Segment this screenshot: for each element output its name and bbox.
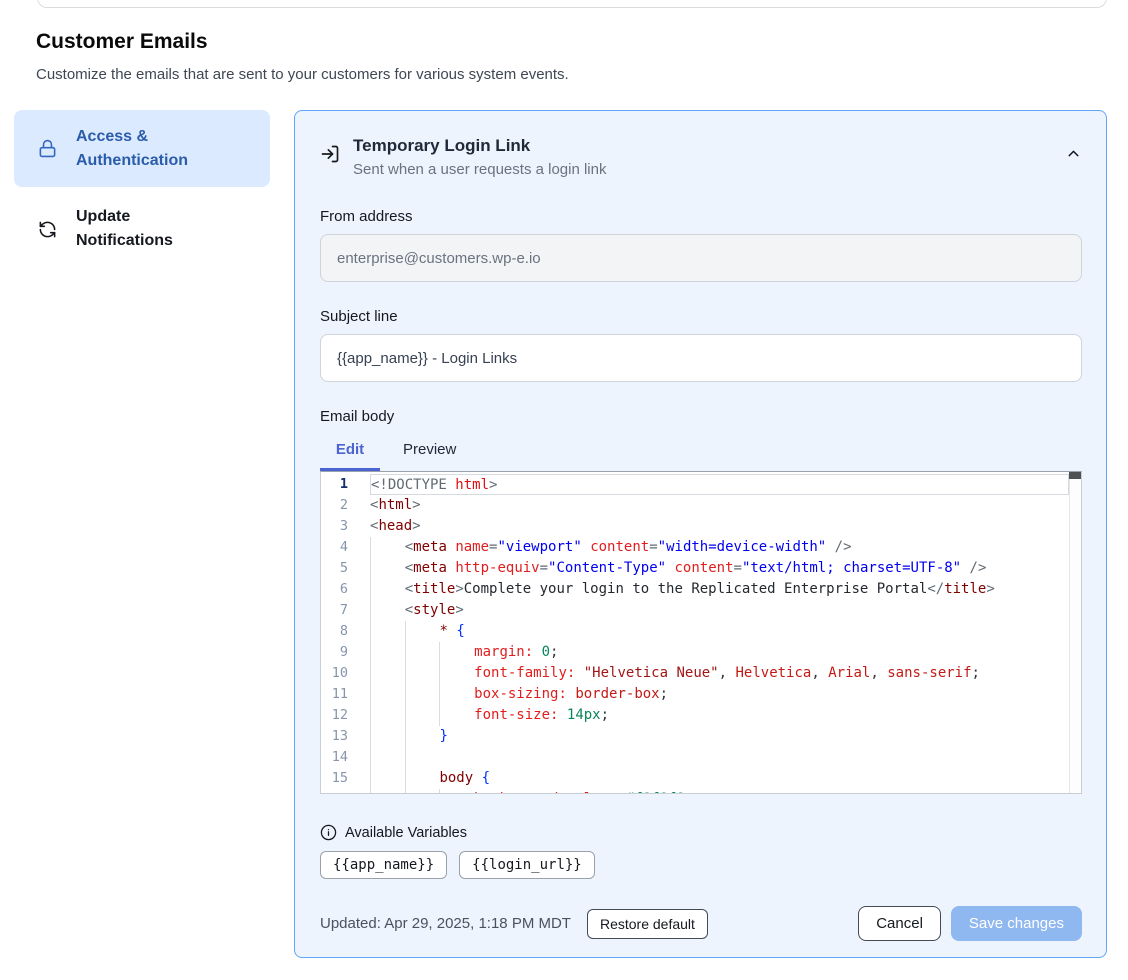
tab-label: Preview xyxy=(403,441,456,458)
variable-chip-login-url[interactable]: {{login_url}} xyxy=(459,851,595,879)
code-line: font-size: 14px; xyxy=(370,705,1069,726)
line-number: 8 xyxy=(321,621,361,642)
line-number: 10 xyxy=(321,663,361,684)
available-variables-row: Available Variables xyxy=(320,824,1082,841)
variable-chip-app-name[interactable]: {{app_name}} xyxy=(320,851,447,879)
code-line: background-color: #f8f8f8; xyxy=(370,789,1069,793)
line-number: 14 xyxy=(321,747,361,768)
line-number: 4 xyxy=(321,537,361,558)
temporary-login-link-card: Temporary Login Link Sent when a user re… xyxy=(294,110,1107,958)
from-address-input[interactable] xyxy=(320,234,1082,282)
code-line: margin: 0; xyxy=(370,642,1069,663)
code-line xyxy=(370,747,1069,768)
variable-chips: {{app_name}} {{login_url}} xyxy=(320,851,1082,879)
tab-preview[interactable]: Preview xyxy=(390,439,469,471)
card-title: Temporary Login Link xyxy=(353,135,606,157)
line-number: 5 xyxy=(321,558,361,579)
info-icon xyxy=(320,824,337,841)
editor-code-area: <!DOCTYPE html><html><head> <meta name="… xyxy=(361,472,1081,793)
subject-line-input[interactable] xyxy=(320,334,1082,382)
line-number: 11 xyxy=(321,684,361,705)
line-number: 9 xyxy=(321,642,361,663)
editor-line-number-gutter: 12345678910111213141516 xyxy=(321,472,361,793)
code-line: <html> xyxy=(370,495,1069,516)
email-body-tabs: Edit Preview xyxy=(320,439,1082,471)
code-line: } xyxy=(370,726,1069,747)
sidebar-item-label: Access & Authentication xyxy=(76,125,226,173)
line-number: 13 xyxy=(321,726,361,747)
line-number: 3 xyxy=(321,516,361,537)
sidebar-item-label: Update Notifications xyxy=(76,205,226,253)
collapse-button[interactable] xyxy=(1065,145,1082,162)
card-footer: Updated: Apr 29, 2025, 1:18 PM MDT Resto… xyxy=(320,906,1082,941)
code-line: box-sizing: border-box; xyxy=(370,684,1069,705)
lock-icon xyxy=(38,139,57,158)
editor-vertical-scrollbar[interactable] xyxy=(1069,472,1081,793)
page-title: Customer Emails xyxy=(36,30,208,54)
email-types-sidebar: Access & Authentication Update Notificat… xyxy=(14,110,270,253)
customer-emails-page: Customer Emails Customize the emails tha… xyxy=(0,0,1128,980)
tab-edit[interactable]: Edit xyxy=(320,439,380,471)
line-number: 2 xyxy=(321,495,361,516)
code-line: font-family: "Helvetica Neue", Helvetica… xyxy=(370,663,1069,684)
code-line: <meta http-equiv="Content-Type" content=… xyxy=(370,558,1069,579)
sidebar-item-update-notifications[interactable]: Update Notifications xyxy=(14,205,270,253)
login-icon xyxy=(320,144,340,164)
line-number: 16 xyxy=(321,789,361,794)
line-number: 7 xyxy=(321,600,361,621)
line-number: 12 xyxy=(321,705,361,726)
code-line: <!DOCTYPE html> xyxy=(370,474,1069,495)
sidebar-item-access-authentication[interactable]: Access & Authentication xyxy=(14,110,270,187)
page-subtitle: Customize the emails that are sent to yo… xyxy=(36,66,569,83)
tab-label: Edit xyxy=(336,441,364,458)
refresh-icon xyxy=(38,220,57,239)
email-body-label: Email body xyxy=(320,408,1082,425)
line-number: 15 xyxy=(321,768,361,789)
chevron-up-icon xyxy=(1065,145,1082,162)
from-address-label: From address xyxy=(320,208,1082,225)
code-line: <head> xyxy=(370,516,1069,537)
subject-line-label: Subject line xyxy=(320,308,1082,325)
save-changes-button[interactable]: Save changes xyxy=(951,906,1082,941)
card-subtitle: Sent when a user requests a login link xyxy=(353,161,606,178)
code-line: body { xyxy=(370,768,1069,789)
available-variables-label: Available Variables xyxy=(345,825,467,841)
line-number: 1 xyxy=(321,474,361,495)
restore-default-button[interactable]: Restore default xyxy=(587,909,708,939)
updated-timestamp: Updated: Apr 29, 2025, 1:18 PM MDT xyxy=(320,915,571,932)
code-line: <meta name="viewport" content="width=dev… xyxy=(370,537,1069,558)
code-line: <title>Complete your login to the Replic… xyxy=(370,579,1069,600)
email-body-code-editor[interactable]: 12345678910111213141516 <!DOCTYPE html><… xyxy=(320,471,1082,794)
cancel-button[interactable]: Cancel xyxy=(858,906,941,941)
card-header-text: Temporary Login Link Sent when a user re… xyxy=(353,135,606,178)
line-number: 6 xyxy=(321,579,361,600)
code-line: * { xyxy=(370,621,1069,642)
code-line: <style> xyxy=(370,600,1069,621)
card-header: Temporary Login Link Sent when a user re… xyxy=(320,135,1082,178)
previous-card-bottom-edge xyxy=(37,0,1107,8)
scrollbar-thumb[interactable] xyxy=(1069,472,1081,479)
